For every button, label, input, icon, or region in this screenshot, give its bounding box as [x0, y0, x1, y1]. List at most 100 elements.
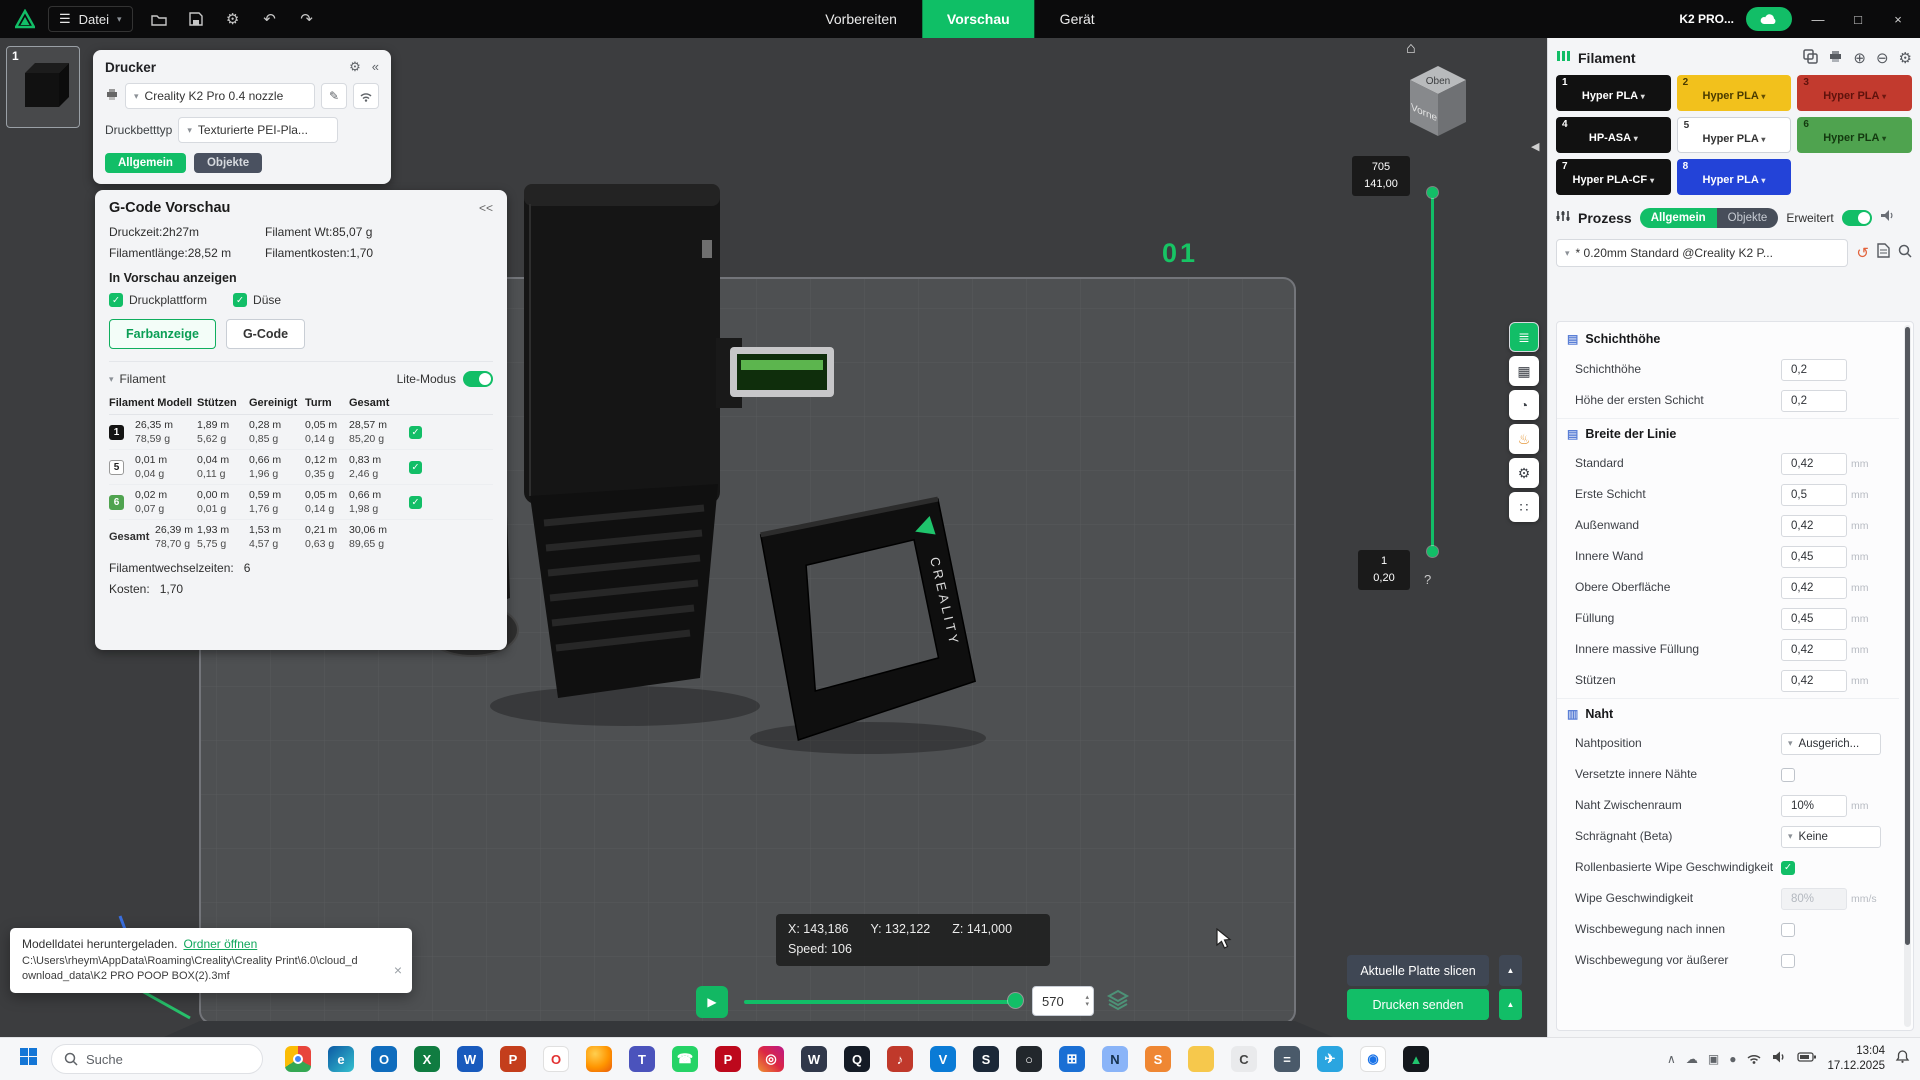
printer-select[interactable]: ▾ Creality K2 Pro 0.4 nozzle	[125, 83, 315, 109]
volume-tray-icon[interactable]	[1772, 1050, 1787, 1069]
filament-mapping-icon[interactable]	[1803, 49, 1818, 68]
taskbar-app-word[interactable]: W	[457, 1046, 483, 1072]
sync-printer-icon[interactable]	[1828, 49, 1843, 67]
printer-tab-1[interactable]: Allgemein	[105, 153, 186, 173]
row-checkbox[interactable]: ✓	[409, 461, 422, 474]
setting-select[interactable]: ▾Keine	[1781, 826, 1881, 848]
close-button[interactable]: ×	[1884, 5, 1912, 33]
cube-top-label[interactable]: Oben	[1426, 76, 1450, 87]
process-tab-2[interactable]: Objekte	[1717, 208, 1779, 228]
setting-input[interactable]: 0,42	[1781, 515, 1847, 537]
category-support-icon[interactable]: ♨	[1509, 424, 1539, 454]
clock-datetime[interactable]: 13:04 17.12.2025	[1827, 1044, 1885, 1074]
taskbar-app-qq[interactable]: Q	[844, 1046, 870, 1072]
setting-checkbox[interactable]: ✓	[1781, 861, 1795, 875]
battery-tray-icon[interactable]	[1797, 1050, 1817, 1068]
undo-icon[interactable]: ↶	[259, 8, 281, 30]
setting-input[interactable]: 0,42	[1781, 670, 1847, 692]
row-checkbox[interactable]: ✓	[409, 496, 422, 509]
chevron-down-icon[interactable]: ▾	[109, 374, 114, 385]
plate-thumbnail[interactable]: 1	[6, 46, 80, 128]
layers-icon[interactable]	[1106, 988, 1130, 1017]
view-button-1[interactable]: Farbanzeige	[109, 319, 216, 349]
bed-type-select[interactable]: ▾ Texturierte PEI-Pla...	[178, 117, 338, 143]
setting-select[interactable]: ▾Ausgerich...	[1781, 733, 1881, 755]
setting-checkbox[interactable]	[1781, 923, 1795, 937]
taskbar-app-outlook[interactable]: O	[371, 1046, 397, 1072]
slice-plate-button[interactable]: Aktuelle Platte slicen	[1347, 955, 1489, 986]
taskbar-app-notepad[interactable]: N	[1102, 1046, 1128, 1072]
category-plugins-icon[interactable]: ∷	[1509, 492, 1539, 522]
setting-input[interactable]: 0,2	[1781, 390, 1847, 412]
view-button-2[interactable]: G-Code	[226, 319, 305, 349]
open-folder-icon[interactable]	[148, 8, 170, 30]
setting-input[interactable]: 0,2	[1781, 359, 1847, 381]
collapse-right-panel-icon[interactable]: ◀	[1531, 140, 1539, 153]
maximize-button[interactable]: □	[1844, 5, 1872, 33]
slice-options-arrow[interactable]: ▲	[1499, 955, 1522, 986]
open-folder-link[interactable]: Ordner öffnen	[183, 937, 257, 951]
remove-filament-icon[interactable]: ⊖	[1876, 49, 1889, 67]
taskbar-app-excel[interactable]: X	[414, 1046, 440, 1072]
row-checkbox[interactable]: ✓	[409, 426, 422, 439]
filament-chip-7[interactable]: 7Hyper PLA-CF ▾	[1556, 159, 1671, 195]
taskbar-app-pinterest[interactable]: P	[715, 1046, 741, 1072]
taskbar-app-opera[interactable]: O	[543, 1046, 569, 1072]
category-others-icon[interactable]: ⚙	[1509, 458, 1539, 488]
filament-chip-1[interactable]: 1Hyper PLA ▾	[1556, 75, 1671, 111]
category-quality-icon[interactable]: ≣	[1509, 322, 1539, 352]
collapse-gcode-panel-icon[interactable]: <<	[479, 201, 493, 215]
filament-settings-gear-icon[interactable]: ⚙	[1899, 49, 1912, 67]
model-screen-part[interactable]	[730, 347, 834, 397]
cloud-upload-button[interactable]	[1746, 7, 1792, 31]
preview-check[interactable]: ✓Düse	[233, 293, 281, 307]
category-strength-icon[interactable]: ▦	[1509, 356, 1539, 386]
timeline-slider-handle[interactable]	[1008, 993, 1023, 1008]
navigation-cube[interactable]: Oben Vorne	[1398, 58, 1478, 150]
taskbar-app-chrome[interactable]	[285, 1046, 311, 1072]
collapse-panel-icon[interactable]: «	[372, 59, 379, 75]
printer-settings-gear-icon[interactable]: ⚙	[349, 59, 361, 75]
filament-chip-6[interactable]: 6Hyper PLA ▾	[1797, 117, 1912, 153]
layer-slider-top-handle[interactable]	[1427, 187, 1438, 198]
search-settings-icon[interactable]	[1898, 244, 1912, 263]
mode-tab-2[interactable]: Vorschau	[922, 0, 1035, 38]
setting-input[interactable]: 0,45	[1781, 608, 1847, 630]
add-filament-icon[interactable]: ⊕	[1853, 49, 1866, 67]
edit-printer-icon[interactable]: ✎	[321, 83, 347, 109]
tray-misc-icon[interactable]: ●	[1729, 1052, 1736, 1066]
send-print-button[interactable]: Drucken senden	[1347, 989, 1489, 1020]
taskbar-app-instagram[interactable]: ◎	[758, 1046, 784, 1072]
wifi-tray-icon[interactable]	[1746, 1050, 1762, 1069]
taskbar-app-teams[interactable]: T	[629, 1046, 655, 1072]
taskbar-app-cad[interactable]: C	[1231, 1046, 1257, 1072]
help-icon[interactable]: ?	[1424, 572, 1431, 587]
save-icon[interactable]	[185, 8, 207, 30]
start-button-icon[interactable]	[20, 1048, 37, 1070]
layer-range-slider[interactable]	[1428, 192, 1437, 552]
setting-input[interactable]: 0,42	[1781, 577, 1847, 599]
wifi-icon[interactable]	[353, 83, 379, 109]
reset-preset-icon[interactable]: ↺	[1856, 244, 1869, 262]
play-preview-button[interactable]: ▶	[696, 986, 728, 1018]
taskbar-app-powerpoint[interactable]: P	[500, 1046, 526, 1072]
taskbar-app-creality-print[interactable]: ▲	[1403, 1046, 1429, 1072]
mode-tab-3[interactable]: Gerät	[1035, 0, 1120, 38]
process-preset-select[interactable]: ▾ * 0.20mm Standard @Creality K2 P...	[1556, 239, 1848, 267]
preset-file-icon[interactable]	[1877, 243, 1890, 263]
filament-chip-4[interactable]: 4HP-ASA ▾	[1556, 117, 1671, 153]
mode-tab-1[interactable]: Vorbereiten	[800, 0, 922, 38]
taskbar-app-calculator[interactable]: =	[1274, 1046, 1300, 1072]
home-view-icon[interactable]: ⌂	[1406, 40, 1416, 58]
step-stepper[interactable]: ▴▾	[1085, 994, 1089, 1009]
setting-checkbox[interactable]	[1781, 954, 1795, 968]
step-value-field[interactable]: 570 ▴▾	[1032, 986, 1094, 1016]
advanced-toggle[interactable]	[1842, 210, 1872, 226]
taskbar-app-music[interactable]: ♪	[887, 1046, 913, 1072]
taskbar-app-sublime[interactable]: S	[1145, 1046, 1171, 1072]
setting-input[interactable]: 0,42	[1781, 453, 1847, 475]
taskbar-app-wps[interactable]: W	[801, 1046, 827, 1072]
taskbar-app-firefox[interactable]	[586, 1046, 612, 1072]
setting-input[interactable]: 0,5	[1781, 484, 1847, 506]
setting-input[interactable]: 0,42	[1781, 639, 1847, 661]
